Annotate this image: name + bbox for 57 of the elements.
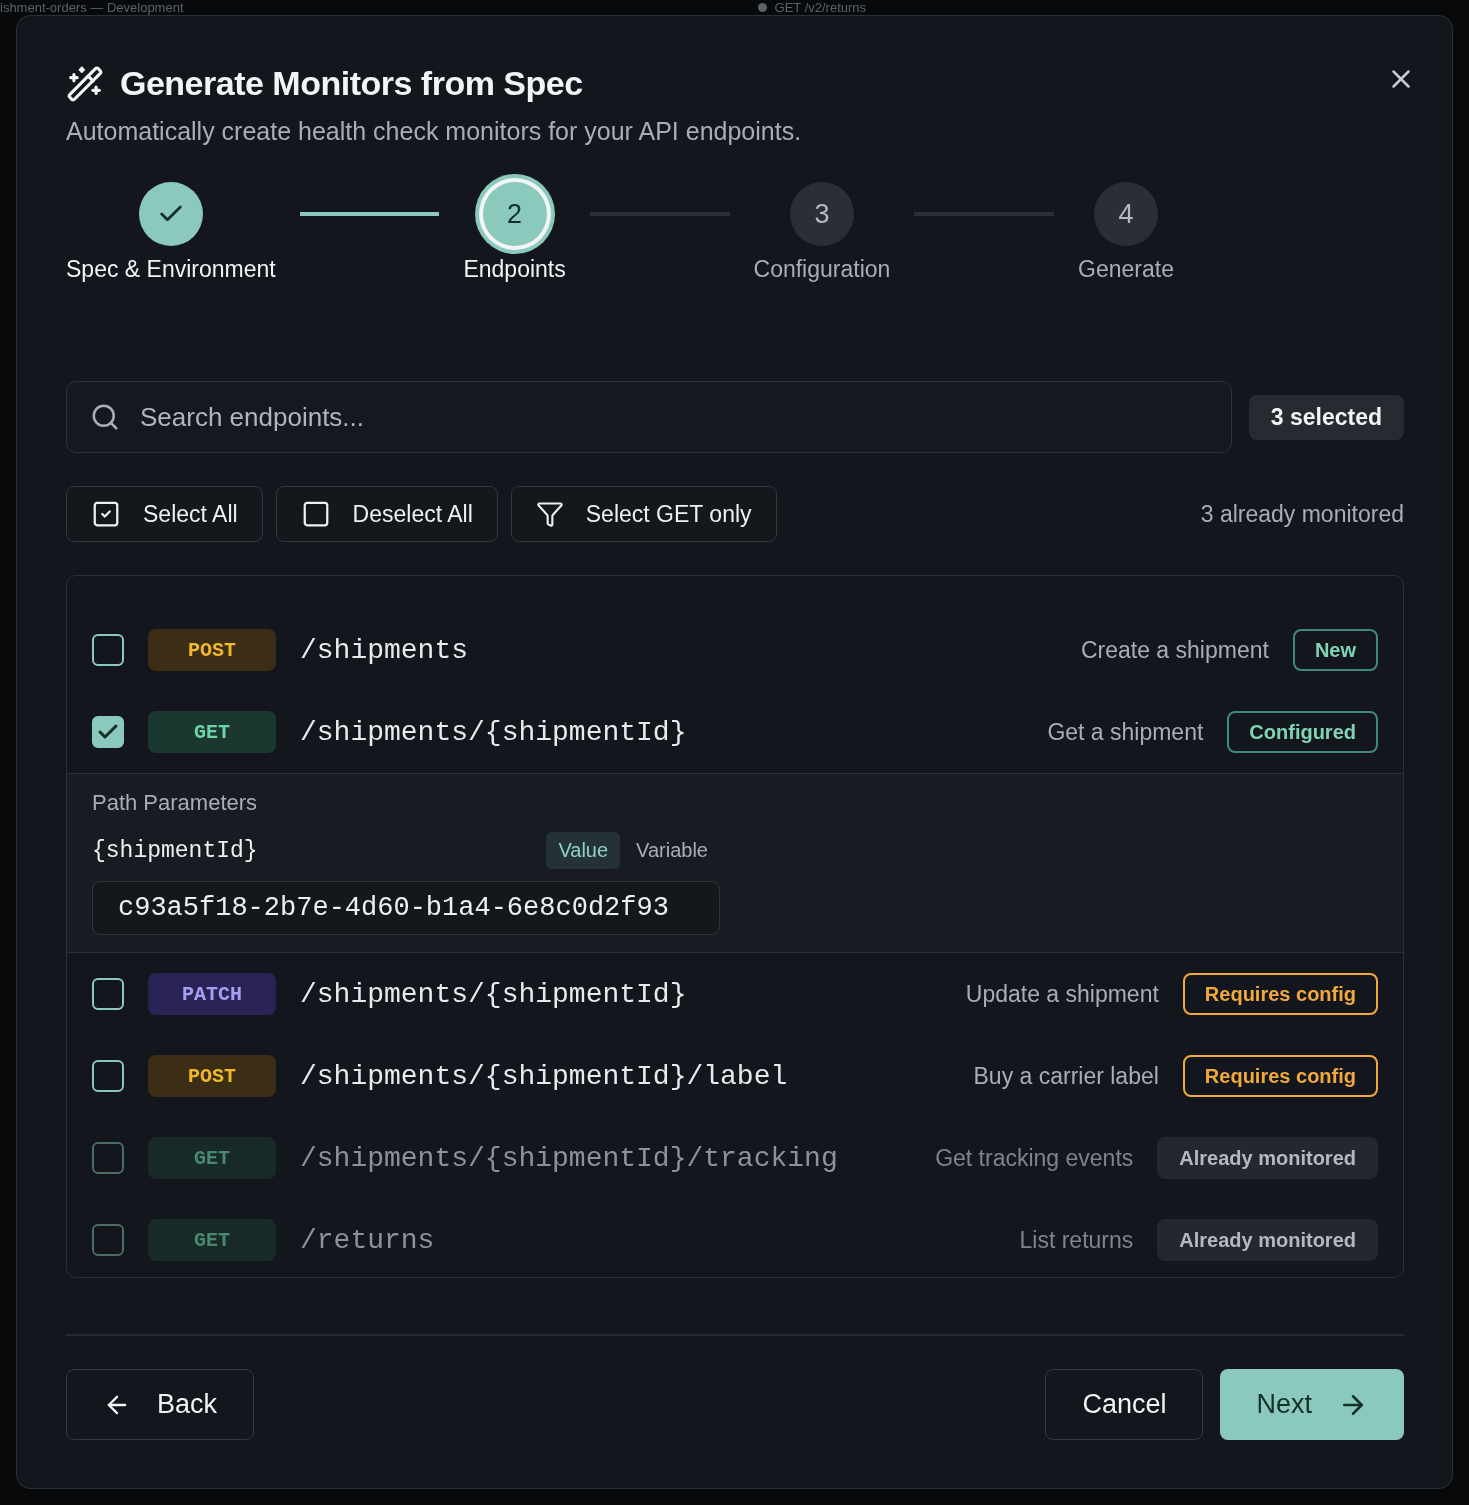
- action-button[interactable]: Deselect All: [275, 486, 498, 542]
- background-text: ishment-orders — Development: [0, 0, 184, 15]
- status-badge: Configured: [1227, 711, 1378, 753]
- endpoint-path: /shipments/{shipmentId}/label: [300, 1060, 788, 1092]
- action-button[interactable]: Select GET only: [510, 486, 777, 542]
- checkbox[interactable]: [92, 716, 124, 748]
- step-label: Generate: [1078, 256, 1174, 283]
- dialog-title: Generate Monitors from Spec: [120, 64, 583, 103]
- status-badge: Already monitored: [1157, 1219, 1378, 1261]
- method-badge: PATCH: [148, 973, 276, 1015]
- cancel-button[interactable]: Cancel: [1045, 1369, 1204, 1440]
- search-field[interactable]: Search endpoints...: [66, 381, 1232, 453]
- method-badge: POST: [148, 629, 276, 671]
- filter-icon: [535, 500, 564, 528]
- method-badge: GET: [148, 1219, 276, 1261]
- dialog-subtitle: Automatically create health check monitors for your API endpoints.: [66, 117, 803, 146]
- checkbox[interactable]: [92, 978, 124, 1010]
- step-label: Configuration: [753, 256, 891, 283]
- step-circle: 4: [1094, 182, 1159, 246]
- step-label: Spec & Environment: [66, 256, 276, 283]
- endpoint-path: /shipments: [300, 634, 469, 666]
- next-button[interactable]: Next: [1220, 1369, 1404, 1440]
- back-button[interactable]: Back: [66, 1369, 255, 1440]
- panel-title: Path Parameters: [92, 790, 259, 816]
- method-badge: GET: [148, 1137, 276, 1179]
- parameter-name: {shipmentId}: [92, 837, 258, 864]
- step-label: Endpoints: [463, 256, 566, 283]
- endpoint-description: List returns: [1019, 1226, 1134, 1254]
- status-dot-icon: [757, 3, 767, 12]
- checkbox[interactable]: [92, 1060, 124, 1092]
- mode-toggle[interactable]: Variable: [624, 832, 720, 869]
- endpoint-path: /shipments/{shipmentId}/tracking: [300, 1142, 838, 1174]
- endpoint-path: /shipments/{shipmentId}: [300, 978, 687, 1010]
- endpoint-description: Update a shipment: [965, 980, 1159, 1008]
- endpoint-description: Get a shipment: [1047, 718, 1204, 746]
- mode-toggle[interactable]: Value: [546, 832, 621, 869]
- selected-count: 3 selected: [1248, 394, 1404, 440]
- checkbox[interactable]: [92, 634, 124, 666]
- parameter-value-field[interactable]: c93a5f18-2b7e-4d60-b1a4-6e8c0d2f93: [92, 881, 720, 935]
- endpoint-description: Get tracking events: [935, 1144, 1134, 1172]
- status-badge: New: [1292, 629, 1378, 671]
- endpoint-path: /returns: [300, 1224, 435, 1256]
- background-text: GET /v2/returns: [774, 0, 867, 15]
- endpoint-path: /shipments/{shipmentId}: [300, 716, 687, 748]
- monitored-note: 3 already monitored: [1200, 500, 1404, 528]
- status-badge: Requires config: [1182, 973, 1378, 1015]
- status-badge: Requires config: [1182, 1055, 1378, 1097]
- action-button[interactable]: Select All: [66, 486, 263, 542]
- status-badge: Already monitored: [1157, 1137, 1378, 1179]
- step-circle: 3: [789, 182, 854, 246]
- method-badge: GET: [148, 711, 276, 753]
- endpoint-description: Buy a carrier label: [973, 1062, 1159, 1090]
- checked-box-icon: [91, 499, 121, 529]
- search-icon: [90, 402, 120, 432]
- magic-wand-icon: [66, 64, 104, 103]
- method-badge: POST: [148, 1055, 276, 1097]
- endpoint-description: Create a shipment: [1080, 636, 1269, 664]
